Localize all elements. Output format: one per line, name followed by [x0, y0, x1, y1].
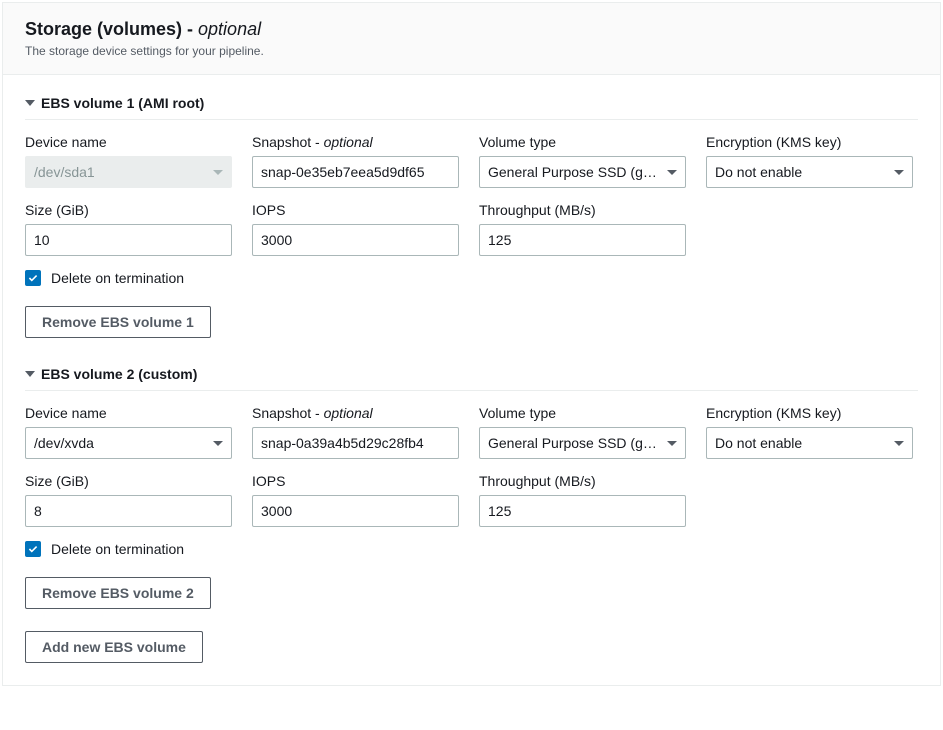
label-snapshot: Snapshot - optional — [252, 134, 459, 150]
field-iops: IOPS — [252, 202, 459, 256]
label-throughput: Throughput (MB/s) — [479, 473, 686, 489]
volume-type-value: General Purpose SSD (g… — [488, 435, 659, 451]
field-size: Size (GiB) — [25, 473, 232, 527]
throughput-input[interactable] — [479, 495, 686, 527]
volume-2-title: EBS volume 2 (custom) — [41, 366, 197, 382]
iops-input[interactable] — [252, 224, 459, 256]
field-encryption: Encryption (KMS key) Do not enable — [706, 405, 913, 459]
field-throughput: Throughput (MB/s) — [479, 202, 686, 256]
panel-title-optional: optional — [198, 19, 261, 39]
label-encryption: Encryption (KMS key) — [706, 405, 913, 421]
label-iops: IOPS — [252, 202, 459, 218]
label-volume-type: Volume type — [479, 134, 686, 150]
snapshot-input[interactable] — [252, 427, 459, 459]
volume-1-title: EBS volume 1 (AMI root) — [41, 95, 204, 111]
throughput-input[interactable] — [479, 224, 686, 256]
volume-type-select[interactable]: General Purpose SSD (g… — [479, 156, 686, 188]
caret-down-icon — [25, 371, 35, 377]
chevron-down-icon — [213, 441, 223, 446]
check-icon — [28, 545, 38, 553]
chevron-down-icon — [667, 441, 677, 446]
field-iops: IOPS — [252, 473, 459, 527]
device-name-select: /dev/sda1 — [25, 156, 232, 188]
add-volume-button[interactable]: Add new EBS volume — [25, 631, 203, 663]
label-volume-type: Volume type — [479, 405, 686, 421]
panel-title-main: Storage (volumes) - — [25, 19, 198, 39]
size-input[interactable] — [25, 224, 232, 256]
volume-2-header[interactable]: EBS volume 2 (custom) — [25, 360, 918, 391]
field-snapshot: Snapshot - optional — [252, 405, 459, 459]
device-name-select[interactable]: /dev/xvda — [25, 427, 232, 459]
encryption-value: Do not enable — [715, 435, 886, 451]
delete-on-termination-label: Delete on termination — [51, 541, 184, 557]
check-icon — [28, 274, 38, 282]
volume-type-select[interactable]: General Purpose SSD (g… — [479, 427, 686, 459]
label-snapshot: Snapshot - optional — [252, 405, 459, 421]
delete-on-termination-row: Delete on termination — [25, 270, 918, 286]
volume-2-row-1: Device name /dev/xvda Snapshot - optiona… — [25, 405, 918, 459]
volume-1-header[interactable]: EBS volume 1 (AMI root) — [25, 89, 918, 120]
delete-on-termination-checkbox[interactable] — [25, 541, 41, 557]
volume-1-row-2: Size (GiB) IOPS Throughput (MB/s) — [25, 202, 918, 256]
label-iops: IOPS — [252, 473, 459, 489]
remove-volume-1-button[interactable]: Remove EBS volume 1 — [25, 306, 211, 338]
device-name-value: /dev/xvda — [34, 435, 205, 451]
device-name-value: /dev/sda1 — [34, 164, 205, 180]
field-device-name: Device name /dev/sda1 — [25, 134, 232, 188]
encryption-value: Do not enable — [715, 164, 886, 180]
field-volume-type: Volume type General Purpose SSD (g… — [479, 134, 686, 188]
volume-block-2: EBS volume 2 (custom) Device name /dev/x… — [25, 360, 918, 631]
delete-on-termination-row: Delete on termination — [25, 541, 918, 557]
encryption-select[interactable]: Do not enable — [706, 156, 913, 188]
label-throughput: Throughput (MB/s) — [479, 202, 686, 218]
encryption-select[interactable]: Do not enable — [706, 427, 913, 459]
chevron-down-icon — [667, 170, 677, 175]
field-volume-type: Volume type General Purpose SSD (g… — [479, 405, 686, 459]
label-encryption: Encryption (KMS key) — [706, 134, 913, 150]
panel-body: EBS volume 1 (AMI root) Device name /dev… — [3, 75, 940, 685]
label-device-name: Device name — [25, 405, 232, 421]
panel-subtitle: The storage device settings for your pip… — [25, 44, 918, 58]
snapshot-input[interactable] — [252, 156, 459, 188]
caret-down-icon — [25, 100, 35, 106]
label-device-name: Device name — [25, 134, 232, 150]
label-size: Size (GiB) — [25, 202, 232, 218]
volume-2-row-2: Size (GiB) IOPS Throughput (MB/s) — [25, 473, 918, 527]
label-size: Size (GiB) — [25, 473, 232, 489]
panel-header: Storage (volumes) - optional The storage… — [3, 3, 940, 75]
iops-input[interactable] — [252, 495, 459, 527]
volume-type-value: General Purpose SSD (g… — [488, 164, 659, 180]
size-input[interactable] — [25, 495, 232, 527]
chevron-down-icon — [213, 170, 223, 175]
chevron-down-icon — [894, 441, 904, 446]
volume-block-1: EBS volume 1 (AMI root) Device name /dev… — [25, 89, 918, 360]
chevron-down-icon — [894, 170, 904, 175]
field-throughput: Throughput (MB/s) — [479, 473, 686, 527]
volume-1-row-1: Device name /dev/sda1 Snapshot - optiona… — [25, 134, 918, 188]
delete-on-termination-checkbox[interactable] — [25, 270, 41, 286]
field-snapshot: Snapshot - optional — [252, 134, 459, 188]
panel-title: Storage (volumes) - optional — [25, 19, 918, 40]
field-device-name: Device name /dev/xvda — [25, 405, 232, 459]
delete-on-termination-label: Delete on termination — [51, 270, 184, 286]
remove-volume-2-button[interactable]: Remove EBS volume 2 — [25, 577, 211, 609]
field-size: Size (GiB) — [25, 202, 232, 256]
field-encryption: Encryption (KMS key) Do not enable — [706, 134, 913, 188]
storage-volumes-panel: Storage (volumes) - optional The storage… — [2, 2, 941, 686]
